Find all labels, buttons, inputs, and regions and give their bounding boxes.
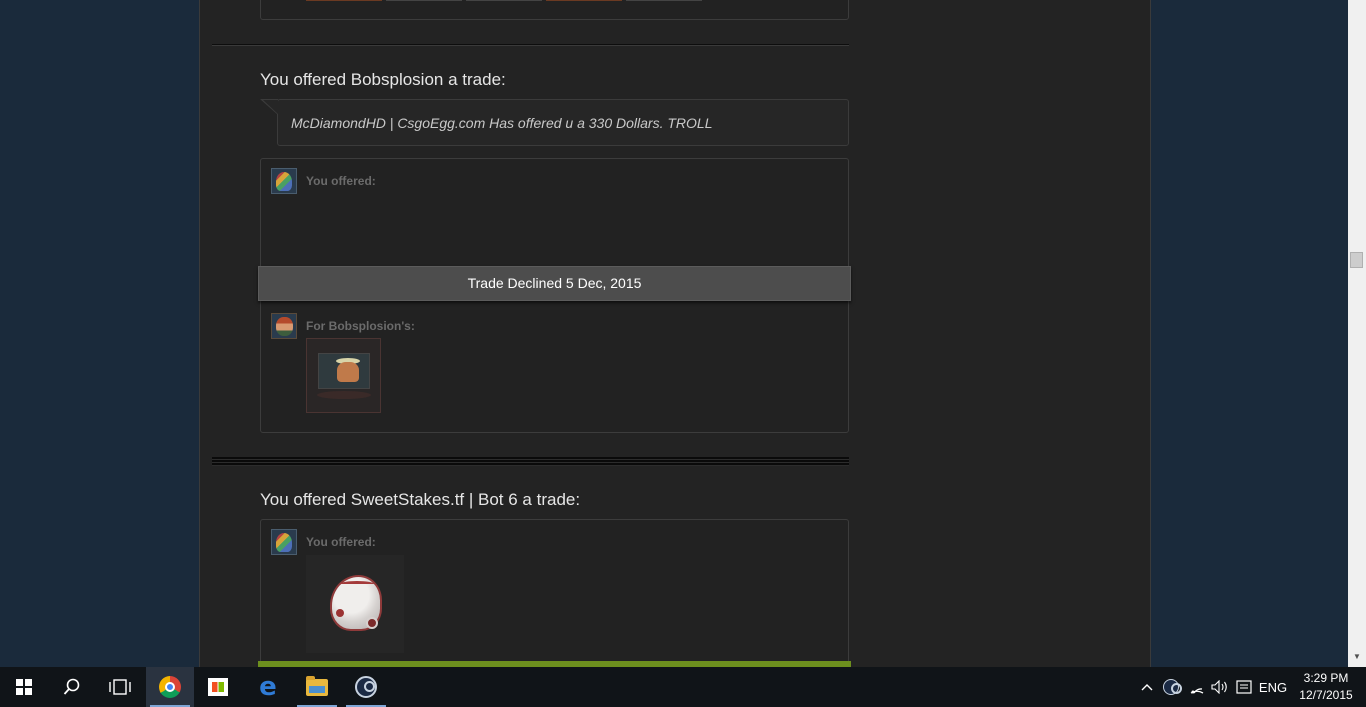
wifi-icon	[1190, 688, 1204, 694]
edge-taskbar-button[interactable]: e	[244, 667, 292, 707]
start-button[interactable]	[0, 667, 48, 707]
trade-heading: You offered Bobsplosion a trade:	[260, 70, 506, 89]
edge-icon: e	[259, 672, 277, 702]
scrollbar-thumb[interactable]	[1350, 252, 1363, 268]
trade-item-tile[interactable]	[306, 338, 381, 413]
chrome-icon	[159, 676, 181, 698]
action-center-button[interactable]	[1233, 667, 1255, 707]
steam-icon	[355, 676, 377, 698]
previous-trade-box	[260, 0, 849, 20]
steam-tray-button[interactable]	[1160, 667, 1182, 707]
trade-heading: You offered SweetStakes.tf | Bot 6 a tra…	[260, 490, 581, 509]
item-image	[318, 353, 370, 389]
trade-offer-box: You offered:	[260, 519, 849, 667]
volume-tray-button[interactable]	[1209, 667, 1231, 707]
start-icon	[16, 679, 32, 695]
item-slot[interactable]	[386, 0, 462, 1]
clock-date: 12/7/2015	[1299, 688, 1353, 702]
steam-taskbar-button[interactable]	[342, 667, 390, 707]
scroll-down-arrow-icon[interactable]: ▼	[1353, 652, 1361, 661]
page-background-right	[1151, 0, 1348, 667]
trade-history-page: You offered Bobsplosion a trade: McDiamo…	[199, 0, 1151, 667]
item-slot[interactable]	[626, 0, 702, 1]
trade-message-text: McDiamondHD | CsgoEgg.com Has offered u …	[291, 115, 713, 131]
page-background-left	[0, 0, 199, 667]
file-explorer-taskbar-button[interactable]	[293, 667, 341, 707]
windows-taskbar: e ENG 3:29 PM 12/7/2015	[0, 667, 1366, 707]
message-tail-inner	[263, 100, 278, 114]
task-view-icon	[109, 679, 131, 695]
trade-message: McDiamondHD | CsgoEgg.com Has offered u …	[277, 99, 849, 146]
you-offered-label: You offered:	[306, 174, 376, 188]
trade-separator	[212, 457, 849, 466]
item-slot[interactable]	[306, 0, 382, 1]
input-language[interactable]: ENG	[1259, 667, 1287, 707]
for-partner-label: For Bobsplosion's:	[306, 319, 415, 333]
clock-time: 3:29 PM	[1303, 671, 1349, 685]
chrome-taskbar-button[interactable]	[146, 667, 194, 707]
item-slot[interactable]	[466, 0, 542, 1]
show-hidden-icons-button[interactable]	[1138, 667, 1156, 707]
you-offered-label: You offered:	[306, 535, 376, 549]
search-button[interactable]	[48, 667, 96, 707]
trade-separator	[212, 44, 849, 46]
my-avatar[interactable]	[271, 529, 297, 555]
partner-avatar[interactable]	[271, 313, 297, 339]
store-icon	[208, 678, 228, 696]
vertical-scrollbar[interactable]: ▼	[1348, 0, 1366, 667]
notification-icon	[1236, 680, 1252, 694]
steam-tray-icon	[1163, 679, 1182, 695]
item-slot[interactable]	[546, 0, 622, 1]
helmet-item-image	[330, 575, 382, 631]
speaker-icon	[1211, 680, 1227, 694]
store-taskbar-button[interactable]	[194, 667, 242, 707]
trade-status-banner: Trade Declined 5 Dec, 2015	[258, 266, 851, 301]
trade-item-tile[interactable]	[306, 555, 404, 653]
chevron-up-icon	[1141, 684, 1153, 691]
file-explorer-icon	[306, 675, 328, 696]
system-clock[interactable]: 3:29 PM 12/7/2015	[1290, 670, 1362, 704]
task-view-button[interactable]	[96, 667, 144, 707]
search-icon	[63, 678, 80, 695]
my-avatar[interactable]	[271, 168, 297, 194]
wifi-tray-button[interactable]	[1186, 667, 1208, 707]
